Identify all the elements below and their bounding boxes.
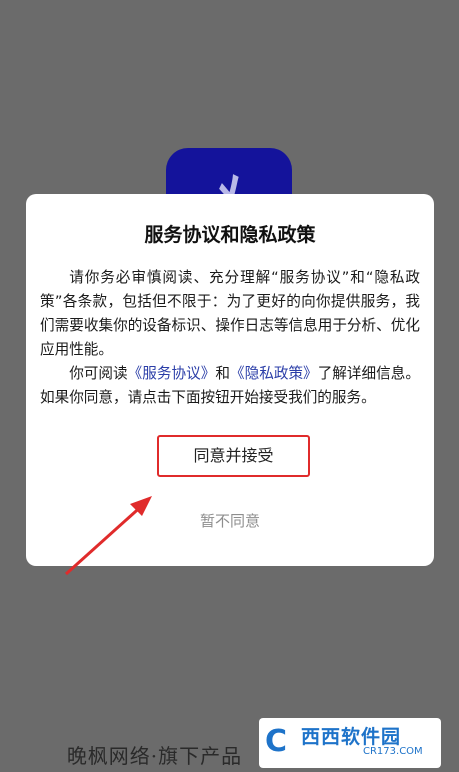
annotation-arrow-icon — [64, 496, 152, 576]
watermark-c-icon: C — [265, 724, 288, 759]
watermark-logo: C 西西软件园 CR173.COM — [259, 718, 441, 768]
watermark-url: CR173.COM — [363, 746, 423, 757]
watermark-name: 西西软件园 — [301, 726, 402, 748]
